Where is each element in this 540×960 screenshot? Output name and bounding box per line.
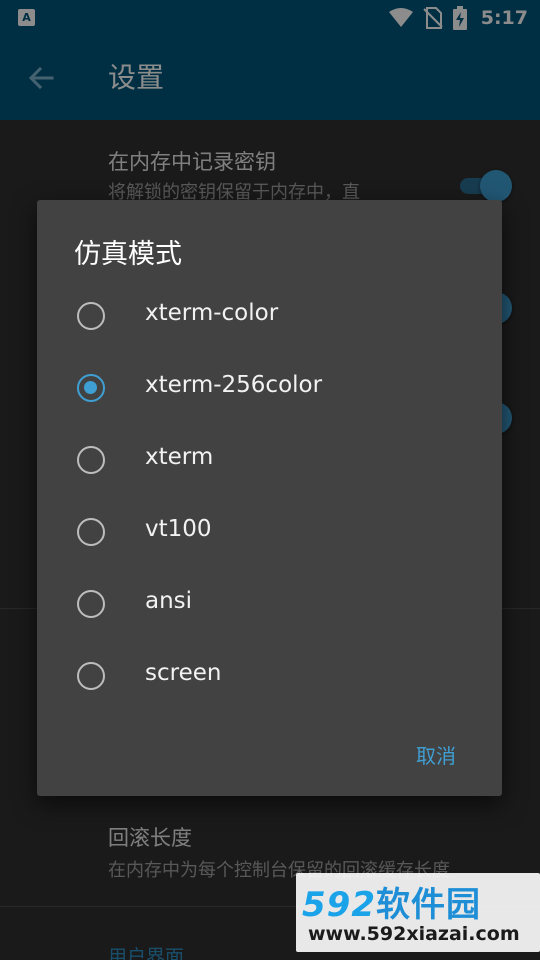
radio-label: xterm-256color bbox=[145, 372, 323, 398]
radio-option-xterm[interactable]: xterm bbox=[37, 424, 502, 496]
radio-button-unchecked-icon bbox=[77, 590, 105, 618]
watermark: 592软件园 www.592xiazai.com bbox=[296, 873, 540, 952]
radio-button-unchecked-icon bbox=[77, 446, 105, 474]
radio-button-unchecked-icon bbox=[77, 662, 105, 690]
radio-label: xterm-color bbox=[145, 300, 279, 326]
radio-label: vt100 bbox=[145, 516, 212, 542]
radio-list: xterm-color xterm-256color xterm vt100 a… bbox=[37, 280, 502, 712]
radio-label: xterm bbox=[145, 444, 214, 470]
radio-label: ansi bbox=[145, 588, 193, 614]
radio-option-xterm-256color[interactable]: xterm-256color bbox=[37, 352, 502, 424]
radio-option-vt100[interactable]: vt100 bbox=[37, 496, 502, 568]
emulation-mode-dialog: 仿真模式 xterm-color xterm-256color xterm vt… bbox=[37, 200, 502, 796]
radio-option-screen[interactable]: screen bbox=[37, 640, 502, 712]
radio-option-xterm-color[interactable]: xterm-color bbox=[37, 280, 502, 352]
cancel-button[interactable]: 取消 bbox=[400, 736, 472, 773]
radio-option-ansi[interactable]: ansi bbox=[37, 568, 502, 640]
screen: A 5:17 设置 在内存中记录密钥 将解锁的密钥保留于内存中，直 回滚长度 在… bbox=[0, 0, 540, 960]
watermark-logo: 592软件园 bbox=[302, 885, 481, 925]
radio-button-unchecked-icon bbox=[77, 518, 105, 546]
radio-button-checked-icon bbox=[77, 374, 105, 402]
watermark-url: www.592xiazai.com bbox=[308, 923, 520, 945]
radio-label: screen bbox=[145, 660, 222, 686]
dialog-title: 仿真模式 bbox=[74, 239, 182, 270]
radio-button-unchecked-icon bbox=[77, 302, 105, 330]
